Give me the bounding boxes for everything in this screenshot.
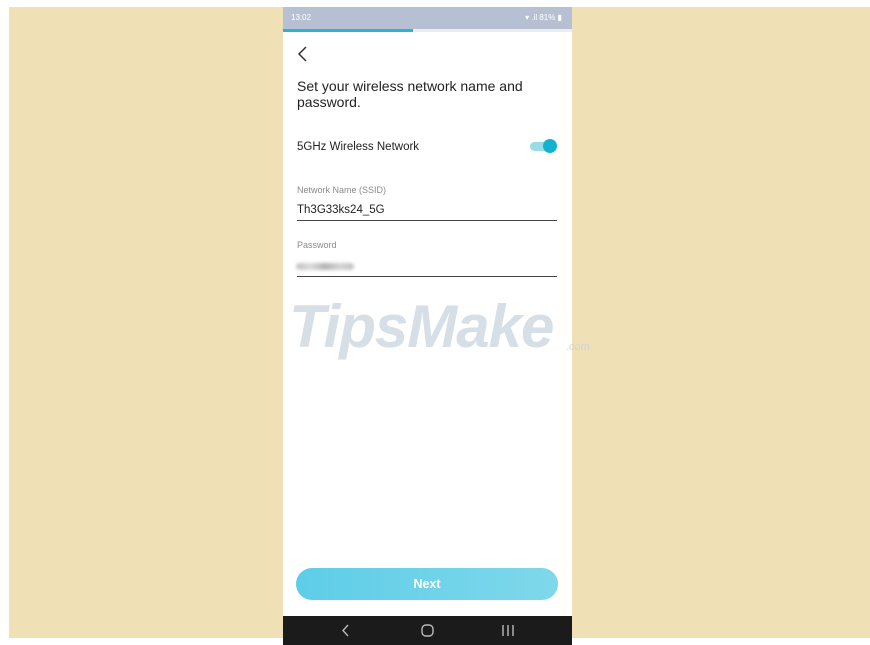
ssid-input[interactable] [297, 200, 557, 221]
toggle-knob [543, 139, 557, 153]
progress-bar [283, 29, 414, 32]
back-arrow-icon[interactable] [295, 45, 311, 63]
status-battery: ▾ .il 81% ▮ [525, 13, 562, 22]
status-time: 13:02 [291, 13, 312, 22]
password-blurred-value [296, 263, 354, 270]
battery-percent: 81% [539, 13, 556, 22]
page-title: Set your wireless network name and passw… [297, 78, 523, 110]
wireless-toggle-label: 5GHz Wireless Network [297, 141, 420, 153]
next-button[interactable]: Next [296, 568, 558, 600]
navigation-bar [283, 616, 572, 645]
phone-screen: 13:02 ▾ .il 81% ▮ Set your wireless netw… [283, 7, 572, 645]
status-bar: 13:02 ▾ .il 81% ▮ [283, 7, 572, 29]
ssid-label: Network Name (SSID) [297, 185, 387, 195]
wireless-toggle[interactable] [528, 139, 560, 153]
nav-back-icon[interactable] [315, 616, 375, 645]
nav-home-icon[interactable] [397, 616, 457, 645]
password-label: Password [297, 240, 337, 250]
nav-recents-icon[interactable] [479, 616, 539, 645]
